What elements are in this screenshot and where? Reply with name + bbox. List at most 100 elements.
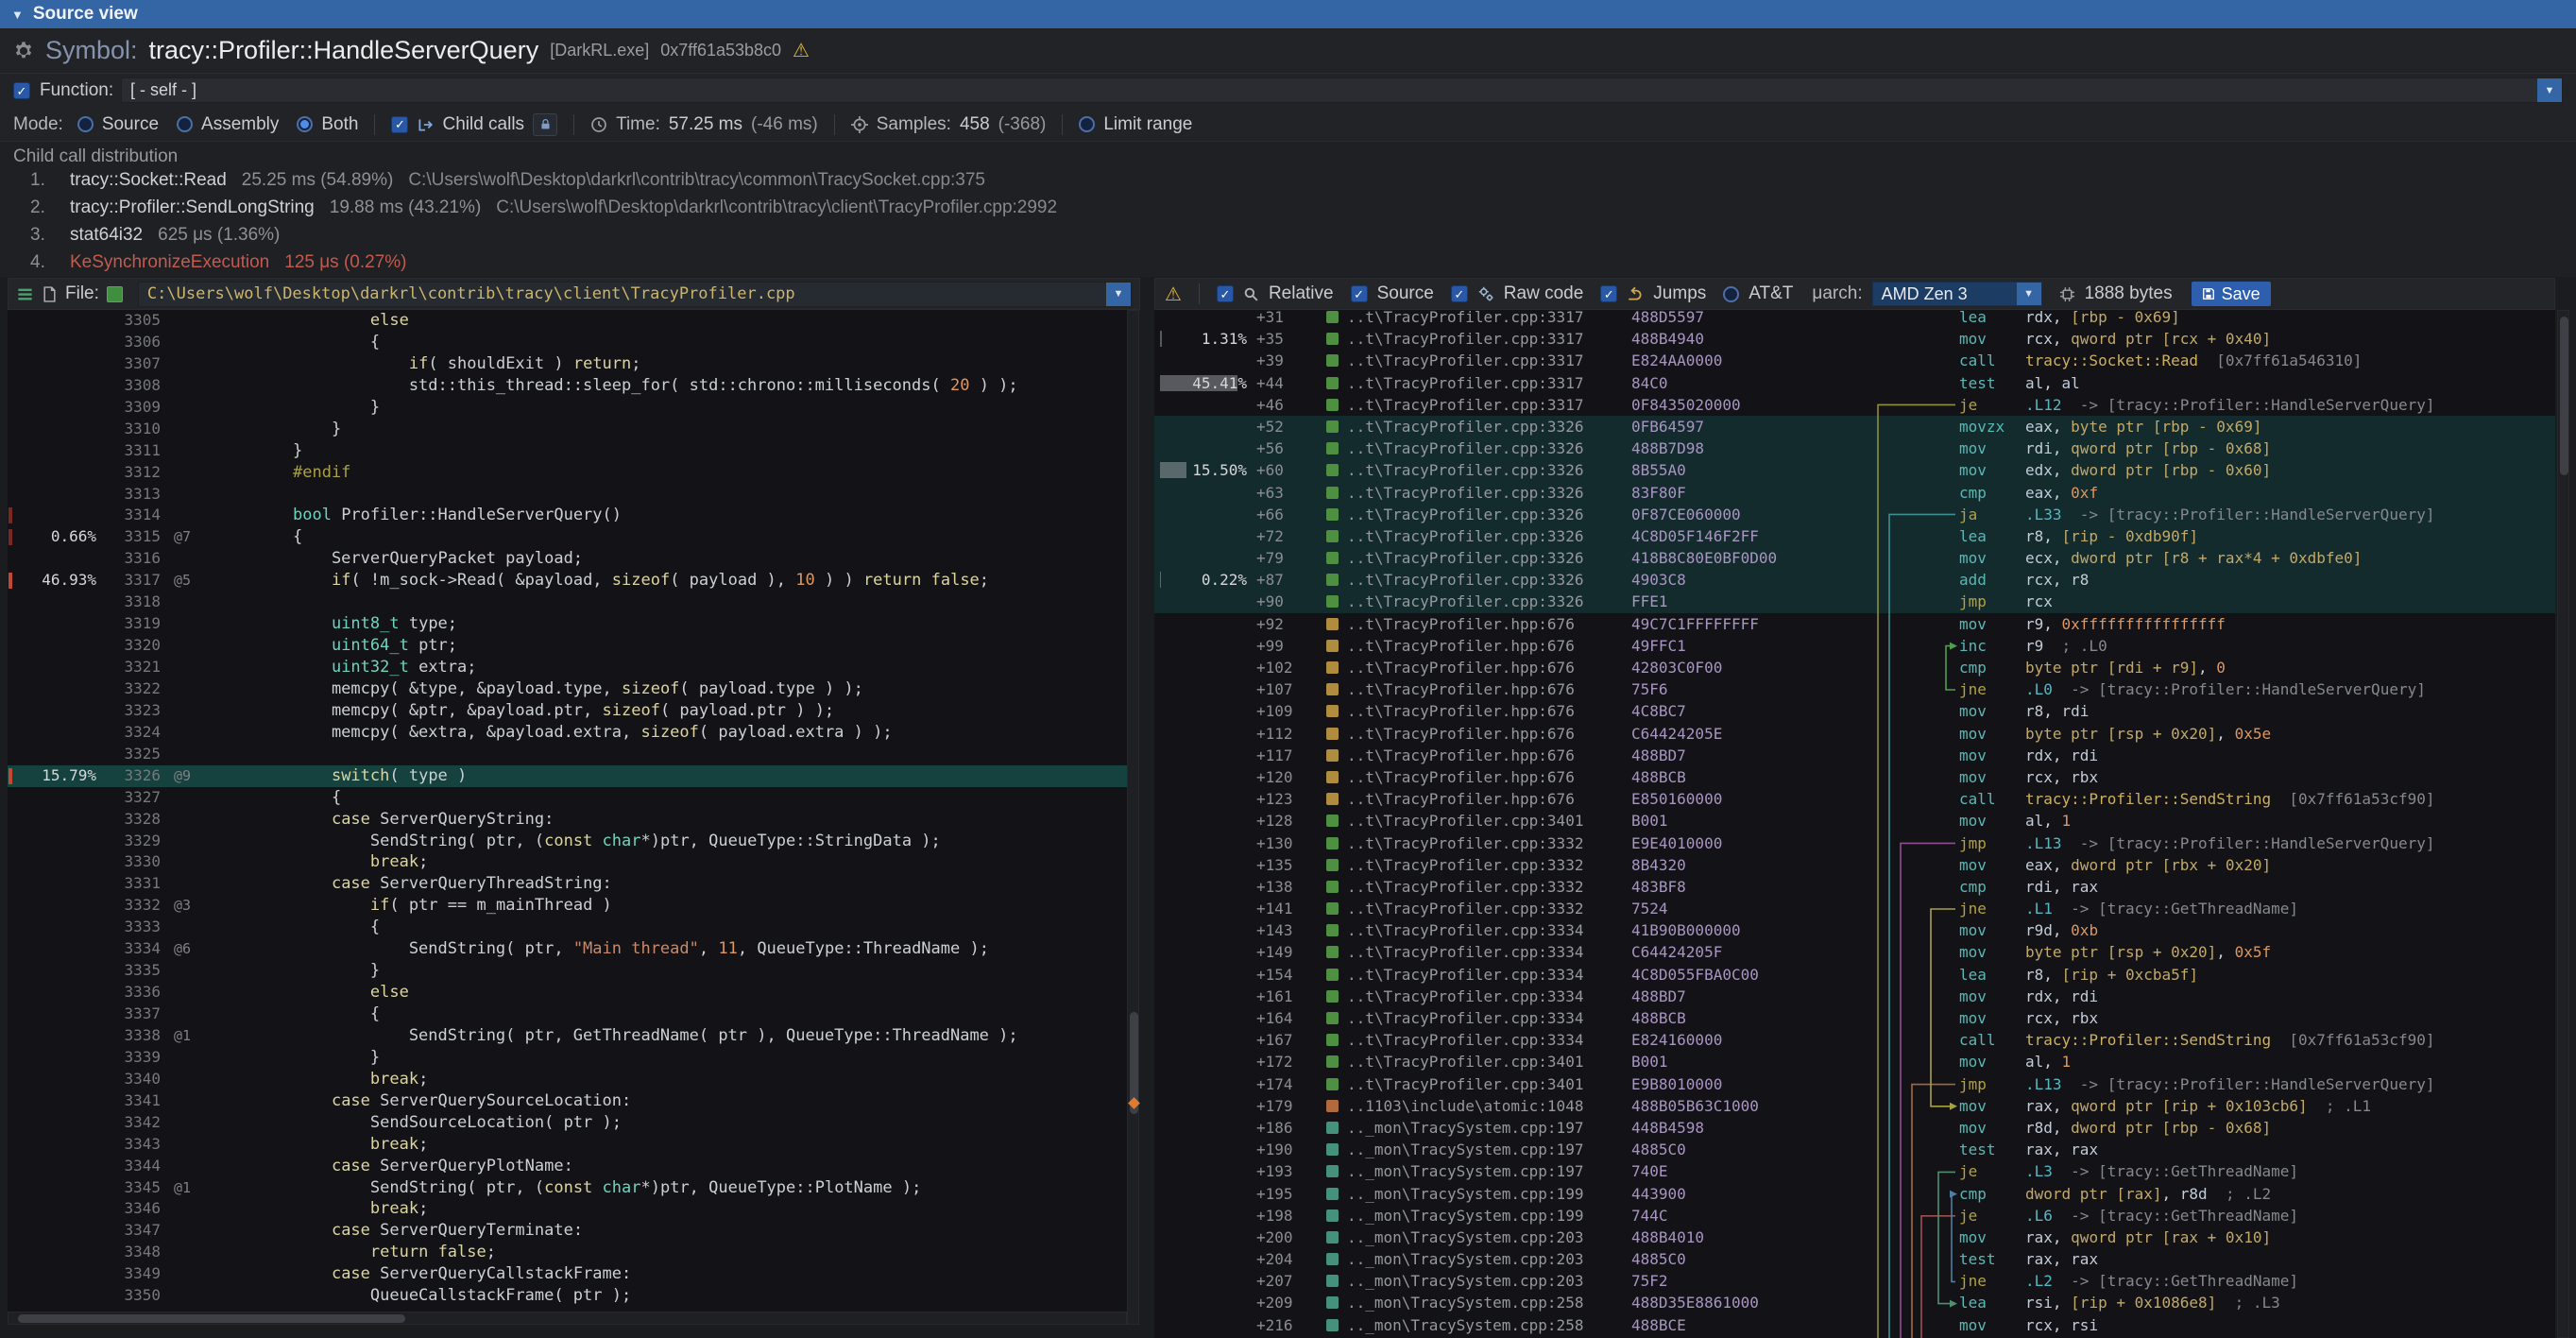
- raw-code-checkbox[interactable]: ✓: [1451, 285, 1468, 302]
- asm-row-+207[interactable]: +207.._mon\TracySystem.cpp:20375F2jne.L2…: [1154, 1270, 2555, 1292]
- source-location[interactable]: ..t\TracyProfiler.cpp:3317: [1347, 310, 1583, 328]
- child-call-entry[interactable]: 2. tracy::Profiler::SendLongString 19.88…: [13, 197, 2576, 225]
- source-line-3339[interactable]: 3339 }: [8, 1047, 1127, 1069]
- source-line-3310[interactable]: 3310 }: [8, 419, 1127, 440]
- source-line-3350[interactable]: 3350 QueueCallstackFrame( ptr );: [8, 1285, 1127, 1307]
- function-selector[interactable]: [ - self - ] ▼: [121, 77, 2563, 103]
- source-line-3340[interactable]: 3340 break;: [8, 1069, 1127, 1090]
- window-titlebar[interactable]: ▼ Source view: [0, 0, 2576, 28]
- asm-warning-icon[interactable]: ⚠: [1165, 283, 1182, 306]
- source-line-3333[interactable]: 3333 {: [8, 917, 1127, 938]
- source-location[interactable]: .._mon\TracySystem.cpp:258: [1347, 1292, 1583, 1313]
- source-line-3311[interactable]: 3311}: [8, 440, 1127, 462]
- assembly-vertical-scrollbar[interactable]: [2557, 310, 2569, 1338]
- source-location[interactable]: ..t\TracyProfiler.cpp:3326: [1347, 525, 1583, 547]
- file-selector[interactable]: C:\Users\wolf\Desktop\darkrl\contrib\tra…: [138, 282, 1132, 307]
- asm-row-+102[interactable]: +102..t\TracyProfiler.hpp:67642803C0F00c…: [1154, 657, 2555, 678]
- source-location[interactable]: .._mon\TracySystem.cpp:197: [1347, 1117, 1583, 1139]
- source-line-3316[interactable]: 3316 ServerQueryPacket payload;: [8, 548, 1127, 570]
- jumps-label[interactable]: Jumps: [1653, 283, 1706, 304]
- asm-row-+99[interactable]: +99..t\TracyProfiler.hpp:67649FFC1incr9 …: [1154, 635, 2555, 657]
- source-location[interactable]: ..t\TracyProfiler.cpp:3326: [1347, 591, 1583, 612]
- source-location[interactable]: ..t\TracyProfiler.cpp:3332: [1347, 876, 1583, 898]
- source-location[interactable]: ..t\TracyProfiler.cpp:3332: [1347, 854, 1583, 876]
- mode-radio-source[interactable]: [77, 116, 94, 132]
- source-line-3336[interactable]: 3336 else: [8, 982, 1127, 1004]
- source-location[interactable]: ..t\TracyProfiler.hpp:676: [1347, 635, 1575, 657]
- child-call-entry[interactable]: 1. tracy::Socket::Read 25.25 ms (54.89%)…: [13, 170, 2576, 197]
- chevron-down-icon[interactable]: ▼: [2537, 78, 2562, 102]
- asm-row-+92[interactable]: +92..t\TracyProfiler.hpp:67649C7C1FFFFFF…: [1154, 613, 2555, 635]
- asm-row-+164[interactable]: +164..t\TracyProfiler.cpp:3334488BCBmovr…: [1154, 1007, 2555, 1029]
- asm-row-+44[interactable]: 45.41%+44..t\TracyProfiler.cpp:331784C0t…: [1154, 372, 2555, 394]
- source-line-3338[interactable]: 3338@1 SendString( ptr, GetThreadName( p…: [8, 1025, 1127, 1047]
- source-location[interactable]: ..t\TracyProfiler.cpp:3401: [1347, 1073, 1583, 1095]
- source-location[interactable]: ..t\TracyProfiler.cpp:3317: [1347, 372, 1583, 394]
- source-line-3321[interactable]: 3321 uint32_t extra;: [8, 657, 1127, 678]
- source-location[interactable]: ..t\TracyProfiler.hpp:676: [1347, 678, 1575, 700]
- source-location[interactable]: ..t\TracyProfiler.cpp:3317: [1347, 394, 1583, 416]
- source-line-3328[interactable]: 3328 case ServerQueryString:: [8, 809, 1127, 831]
- chevron-down-icon[interactable]: ▼: [1106, 283, 1131, 306]
- asm-row-+141[interactable]: +141..t\TracyProfiler.cpp:33327524jne.L1…: [1154, 898, 2555, 919]
- mode-radio-both[interactable]: [297, 116, 313, 132]
- source-line-3323[interactable]: 3323 memcpy( &ptr, &payload.ptr, sizeof(…: [8, 700, 1127, 722]
- asm-row-+135[interactable]: +135..t\TracyProfiler.cpp:33328B4320move…: [1154, 854, 2555, 876]
- child-call-entry[interactable]: 3. stat64i32 625 μs (1.36%): [13, 225, 2576, 252]
- scrollbar-thumb[interactable]: [2560, 317, 2568, 475]
- source-line-3312[interactable]: 3312#endif: [8, 462, 1127, 484]
- asm-row-+204[interactable]: +204.._mon\TracySystem.cpp:2034885C0test…: [1154, 1248, 2555, 1270]
- asm-row-+112[interactable]: +112..t\TracyProfiler.hpp:676C64424205Em…: [1154, 723, 2555, 745]
- source-location[interactable]: ..t\TracyProfiler.hpp:676: [1347, 657, 1575, 678]
- source-location[interactable]: ..t\TracyProfiler.hpp:676: [1347, 745, 1575, 766]
- source-line-3324[interactable]: 3324 memcpy( &extra, &payload.extra, siz…: [8, 722, 1127, 744]
- asm-row-+31[interactable]: +31..t\TracyProfiler.cpp:3317488D5597lea…: [1154, 310, 2555, 328]
- source-line-3322[interactable]: 3322 memcpy( &type, &payload.type, sizeo…: [8, 678, 1127, 700]
- source-line-3347[interactable]: 3347 case ServerQueryTerminate:: [8, 1220, 1127, 1242]
- source-location[interactable]: ..t\TracyProfiler.cpp:3326: [1347, 416, 1583, 437]
- raw-code-label[interactable]: Raw code: [1504, 283, 1584, 304]
- source-location[interactable]: .._mon\TracySystem.cpp:197: [1347, 1160, 1583, 1182]
- source-location[interactable]: ..t\TracyProfiler.hpp:676: [1347, 723, 1575, 745]
- asm-row-+72[interactable]: +72..t\TracyProfiler.cpp:33264C8D05F146F…: [1154, 525, 2555, 547]
- source-location[interactable]: ..t\TracyProfiler.hpp:676: [1347, 613, 1575, 635]
- source-location[interactable]: .._mon\TracySystem.cpp:199: [1347, 1205, 1583, 1226]
- source-panel[interactable]: 3305 else3306 {3307 if( shouldExit ) ret…: [8, 310, 1127, 1312]
- asm-row-+200[interactable]: +200.._mon\TracySystem.cpp:203488B4010mo…: [1154, 1226, 2555, 1248]
- asm-row-+149[interactable]: +149..t\TracyProfiler.cpp:3334C64424205F…: [1154, 941, 2555, 963]
- asm-row-+154[interactable]: +154..t\TracyProfiler.cpp:33344C8D055FBA…: [1154, 964, 2555, 986]
- source-line-3345[interactable]: 3345@1 SendString( ptr, (const char*)ptr…: [8, 1177, 1127, 1199]
- assembly-panel[interactable]: +31..t\TracyProfiler.cpp:3317488D5597lea…: [1154, 310, 2555, 1338]
- list-icon[interactable]: [16, 285, 34, 303]
- asm-row-+46[interactable]: +46..t\TracyProfiler.cpp:33170F843502000…: [1154, 394, 2555, 416]
- source-location[interactable]: ..t\TracyProfiler.cpp:3332: [1347, 898, 1583, 919]
- source-location[interactable]: .._mon\TracySystem.cpp:258: [1347, 1314, 1583, 1336]
- source-location[interactable]: ..t\TracyProfiler.cpp:3334: [1347, 1007, 1583, 1029]
- asm-row-+138[interactable]: +138..t\TracyProfiler.cpp:3332483BF8cmpr…: [1154, 876, 2555, 898]
- source-line-3335[interactable]: 3335 }: [8, 960, 1127, 982]
- source-line-3305[interactable]: 3305 else: [8, 310, 1127, 332]
- source-line-3330[interactable]: 3330 break;: [8, 851, 1127, 873]
- function-checkbox[interactable]: ✓: [13, 82, 30, 99]
- child-call-entry[interactable]: 4. KeSynchronizeExecution 125 μs (0.27%): [13, 252, 2576, 277]
- limit-range-toggle[interactable]: [1079, 116, 1095, 132]
- asm-row-+56[interactable]: +56..t\TracyProfiler.cpp:3326488B7D98mov…: [1154, 437, 2555, 459]
- asm-row-+117[interactable]: +117..t\TracyProfiler.hpp:676488BD7movrd…: [1154, 745, 2555, 766]
- att-label[interactable]: AT&T: [1749, 283, 1793, 304]
- source-location[interactable]: .._mon\TracySystem.cpp:203: [1347, 1248, 1583, 1270]
- asm-row-+161[interactable]: +161..t\TracyProfiler.cpp:3334488BD7movr…: [1154, 986, 2555, 1007]
- source-location[interactable]: ..1103\include\atomic:1048: [1347, 1095, 1583, 1117]
- source-checkbox[interactable]: ✓: [1351, 285, 1368, 302]
- source-horizontal-scrollbar[interactable]: [8, 1312, 1127, 1325]
- asm-row-+35[interactable]: 1.31%+35..t\TracyProfiler.cpp:3317488B49…: [1154, 328, 2555, 350]
- asm-row-+109[interactable]: +109..t\TracyProfiler.hpp:6764C8BC7movr8…: [1154, 700, 2555, 722]
- source-line-3327[interactable]: 3327 {: [8, 787, 1127, 809]
- source-line-3342[interactable]: 3342 SendSourceLocation( ptr );: [8, 1112, 1127, 1134]
- collapse-icon[interactable]: ▼: [11, 8, 24, 22]
- mode-radio-source-label[interactable]: Source: [102, 114, 159, 135]
- source-line-3315[interactable]: 0.66%3315@7{: [8, 526, 1127, 548]
- source-line-3341[interactable]: 3341 case ServerQuerySourceLocation:: [8, 1090, 1127, 1112]
- asm-row-+39[interactable]: +39..t\TracyProfiler.cpp:3317E824AA0000c…: [1154, 350, 2555, 371]
- jumps-checkbox[interactable]: ✓: [1600, 285, 1617, 302]
- source-location[interactable]: ..t\TracyProfiler.cpp:3334: [1347, 964, 1583, 986]
